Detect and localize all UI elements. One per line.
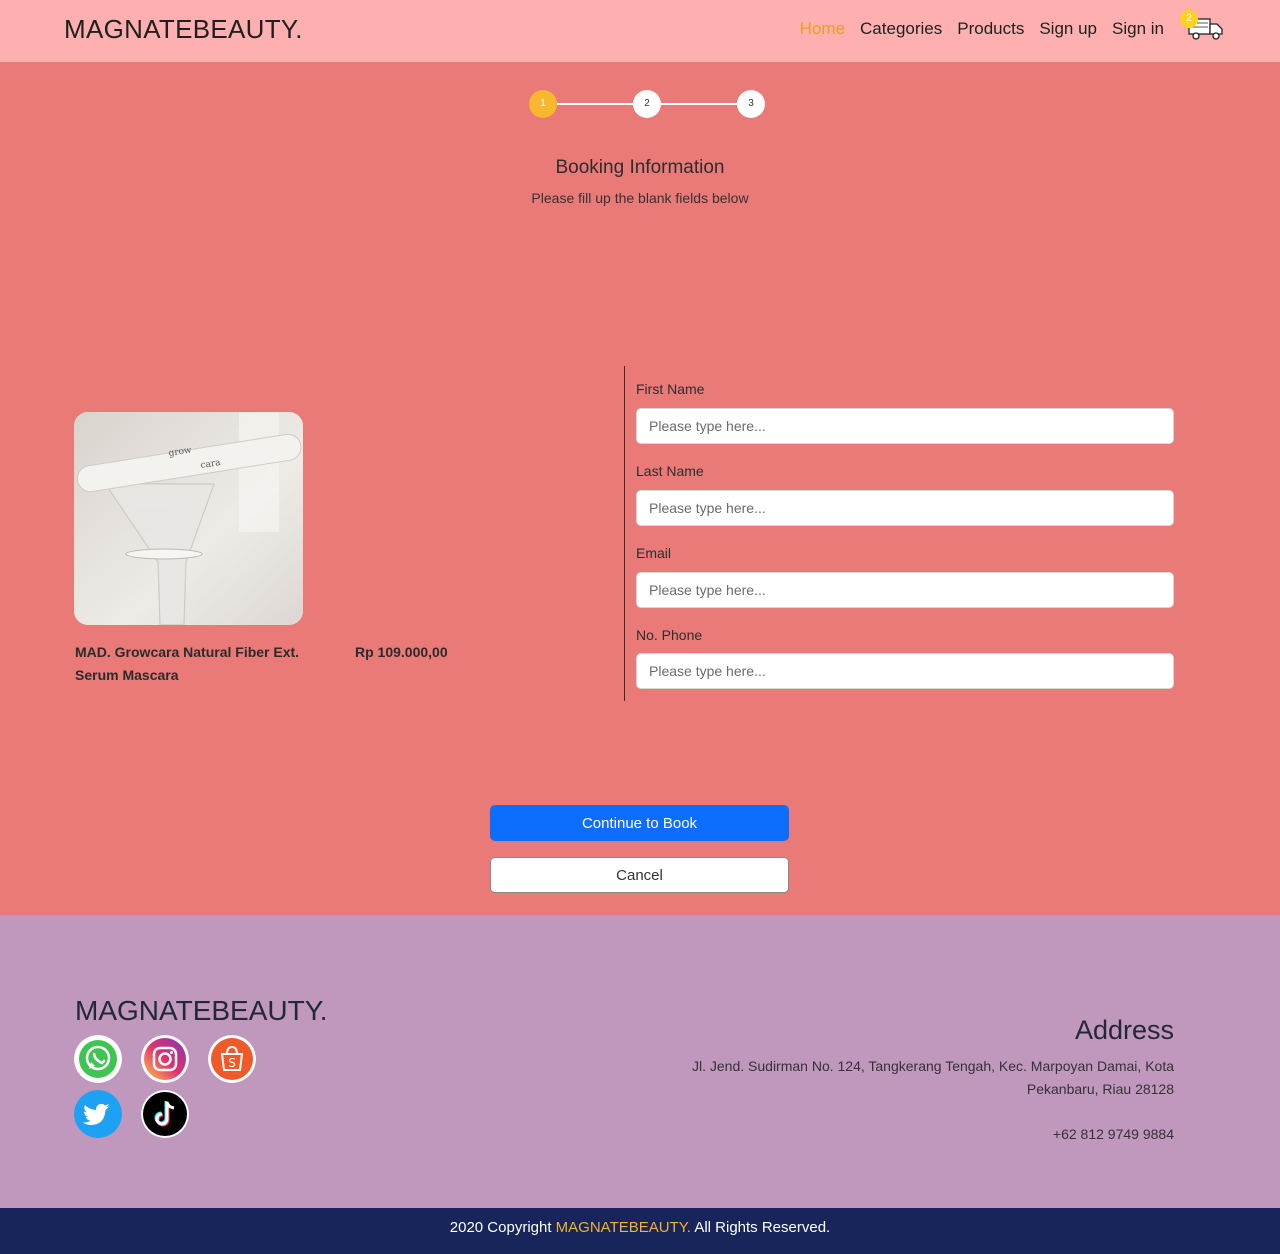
page-subtitle: Please fill up the blank fields below	[531, 190, 749, 206]
tiktok-icon[interactable]	[141, 1090, 189, 1138]
nav-sign-up[interactable]: Sign up	[1039, 19, 1097, 39]
footer: MAGNATEBEAUTY. S Address Jl. Jend. Sudir…	[0, 915, 1280, 1208]
last-name-input[interactable]	[636, 490, 1174, 526]
page-title: Booking Information	[555, 157, 725, 178]
continue-to-book-button[interactable]: Continue to Book	[490, 805, 789, 841]
whatsapp-icon[interactable]	[74, 1035, 122, 1083]
address-heading: Address	[1074, 1015, 1174, 1045]
cancel-button[interactable]: Cancel	[490, 857, 789, 893]
copyright-prefix: 2020 Copyright	[449, 1219, 552, 1236]
phone-input[interactable]	[636, 653, 1174, 689]
last-name-label: Last Name	[636, 463, 704, 479]
top-navbar: MAGNATEBEAUTY. Home Categories Products …	[0, 0, 1280, 62]
copyright-bar: 2020 Copyright MAGNATEBEAUTY. All Rights…	[0, 1208, 1280, 1254]
step-connector	[661, 103, 737, 105]
nav-categories[interactable]: Categories	[860, 19, 942, 39]
nav-products[interactable]: Products	[957, 19, 1024, 39]
step-3: 3	[737, 90, 765, 118]
first-name-input[interactable]	[636, 408, 1174, 444]
email-input[interactable]	[636, 572, 1174, 608]
booking-stepper: 1 2 3	[529, 90, 765, 120]
product-image: grow cara	[74, 412, 303, 625]
step-1: 1	[529, 90, 557, 118]
brand-logo[interactable]: MAGNATEBEAUTY.	[64, 14, 303, 45]
cart-count-badge: 2	[1180, 10, 1198, 28]
main-nav: Home Categories Products Sign up Sign in	[800, 19, 1164, 39]
step-connector	[557, 103, 633, 105]
footer-phone: +62 812 9749 9884	[1052, 1126, 1174, 1142]
email-label: Email	[636, 545, 672, 561]
instagram-icon[interactable]	[141, 1035, 189, 1083]
address-line-2: Pekanbaru, Riau 28128	[1026, 1081, 1174, 1097]
svg-text:S: S	[228, 1056, 236, 1070]
shopee-icon[interactable]: S	[208, 1035, 256, 1083]
footer-logo: MAGNATEBEAUTY.	[75, 995, 328, 1026]
nav-home[interactable]: Home	[800, 19, 845, 39]
vertical-divider	[624, 366, 625, 701]
phone-label: No. Phone	[636, 627, 703, 643]
first-name-label: First Name	[636, 381, 705, 397]
product-price: Rp 109.000,00	[355, 644, 448, 660]
nav-sign-in[interactable]: Sign in	[1112, 19, 1164, 39]
product-name: MAD. Growcara Natural Fiber Ext. Serum M…	[75, 644, 300, 683]
step-2: 2	[633, 90, 661, 118]
address-line-1: Jl. Jend. Sudirman No. 124, Tangkerang T…	[692, 1058, 1174, 1074]
copyright-brand[interactable]: MAGNATEBEAUTY.	[556, 1219, 691, 1236]
copyright-suffix: All Rights Reserved.	[694, 1219, 831, 1236]
twitter-icon[interactable]	[74, 1090, 122, 1138]
